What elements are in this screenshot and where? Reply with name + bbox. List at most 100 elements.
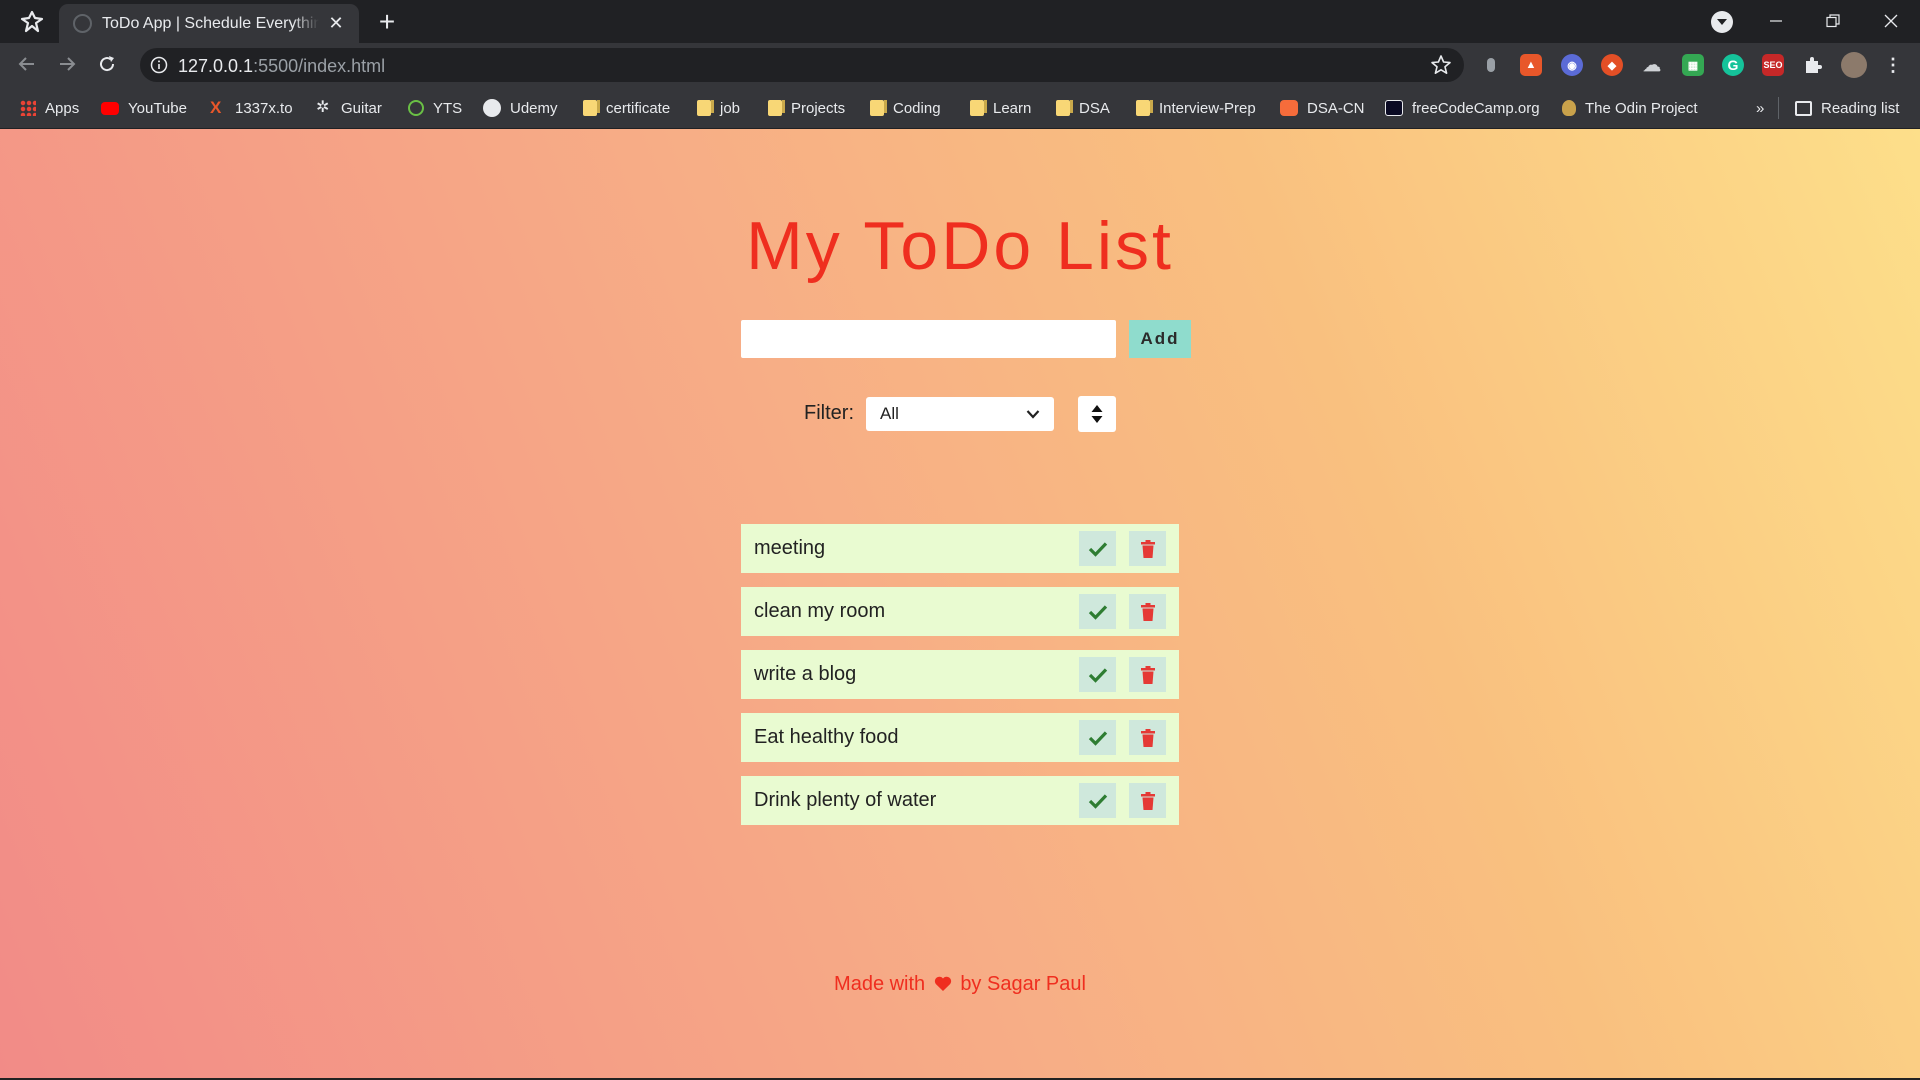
coding-ninjas-icon [1280,100,1298,116]
bookmark-apps[interactable]: Apps [20,97,79,119]
bookmark-1337x[interactable]: X 1337x.to [210,97,293,119]
todo-item: clean my room [741,587,1179,636]
restore-button[interactable] [1810,4,1856,38]
todo-item: Eat healthy food [741,713,1179,762]
seo-extension-icon[interactable]: SEO [1762,54,1784,76]
bookmark-folder-job[interactable]: job [697,97,740,119]
x-logo-icon: X [210,98,222,117]
site-info-icon[interactable] [150,56,168,74]
heart-icon [934,976,951,991]
reading-list-button[interactable]: Reading list [1795,97,1899,119]
page-title: My ToDo List [746,208,1174,284]
bookmark-star-icon[interactable] [1430,54,1452,76]
puzzle-extensions-icon[interactable] [1802,54,1824,76]
chevron-down-icon [1026,410,1040,419]
extension-icon-2[interactable]: ▲ [1520,54,1542,76]
sort-icon [1091,405,1103,423]
delete-button[interactable] [1129,657,1166,692]
sort-button[interactable] [1078,396,1116,432]
yts-icon [408,100,424,116]
globe-icon [73,14,92,33]
todo-item: write a blog [741,650,1179,699]
page-content: My ToDo List Add Filter: All meeting cle… [0,129,1920,1080]
bookmark-folder-projects[interactable]: Projects [768,97,845,119]
guitar-icon: ✲ [316,99,330,116]
filter-selected-value: All [880,404,899,423]
footer-prefix: Made with [834,973,926,995]
delete-button[interactable] [1129,783,1166,818]
more-menu-icon[interactable]: ⋮ [1882,54,1904,76]
bookmarks-overflow-button[interactable]: » [1756,97,1764,119]
bookmark-yts[interactable]: YTS [408,97,462,119]
extension-icon-1[interactable] [1480,54,1502,76]
tab-title: ToDo App | Schedule Everything [102,14,319,32]
trash-icon [1140,539,1155,558]
check-icon [1088,793,1107,809]
complete-button[interactable] [1079,783,1116,818]
address-bar[interactable]: 127.0.0.1:5500/index.html [140,48,1464,82]
bookmark-dsa-cn[interactable]: DSA-CN [1280,97,1365,119]
complete-button[interactable] [1079,594,1116,629]
folder-icon [1136,100,1153,116]
todo-input[interactable] [741,320,1116,358]
folder-icon [870,100,887,116]
url-text: 127.0.0.1:5500/index.html [178,56,386,76]
delete-button[interactable] [1129,594,1166,629]
complete-button[interactable] [1079,657,1116,692]
reload-icon[interactable] [92,49,122,79]
delete-button[interactable] [1129,720,1166,755]
browser-toolbar: 127.0.0.1:5500/index.html ▲ ◉ ◆ ☁ ▦ G SE… [0,43,1920,86]
bookmarks-divider [1778,97,1779,119]
minimize-button[interactable] [1753,4,1799,38]
bookmark-odin-project[interactable]: The Odin Project [1562,97,1698,119]
profile-avatar[interactable] [1841,52,1867,78]
bookmark-youtube[interactable]: YouTube [101,97,187,119]
close-window-button[interactable] [1868,4,1914,38]
trash-icon [1140,602,1155,621]
bookmark-folder-interview-prep[interactable]: Interview-Prep [1136,97,1256,119]
delete-button[interactable] [1129,531,1166,566]
youtube-icon [101,101,119,115]
todo-list: meeting clean my room write a blog Eat h… [741,524,1179,839]
tab-search-button[interactable] [1711,11,1733,33]
check-icon [1088,604,1107,620]
filter-select[interactable]: All [866,397,1054,431]
apps-grid-icon [20,100,36,116]
add-button[interactable]: Add [1129,320,1191,358]
folder-icon [697,100,714,116]
complete-button[interactable] [1079,531,1116,566]
trash-icon [1140,665,1155,684]
check-icon [1088,667,1107,683]
browser-tab-active[interactable]: ToDo App | Schedule Everything ✕ [59,4,359,43]
bookmark-folder-dsa[interactable]: DSA [1056,97,1110,119]
trash-icon [1140,791,1155,810]
extension-icon-3[interactable]: ◉ [1561,54,1583,76]
footer-author: by Sagar Paul [960,973,1086,995]
close-tab-icon[interactable]: ✕ [327,13,345,34]
folder-icon [768,100,785,116]
complete-button[interactable] [1079,720,1116,755]
bookmark-udemy[interactable]: Udemy [483,97,558,119]
todo-item: meeting [741,524,1179,573]
forward-arrow-icon[interactable] [52,49,82,79]
footer: Made with by Sagar Paul [0,973,1920,996]
extension-icon-4[interactable]: ◆ [1601,54,1623,76]
bookmark-folder-learn[interactable]: Learn [970,97,1031,119]
todo-item: Drink plenty of water [741,776,1179,825]
app-logo-icon[interactable] [18,8,46,36]
extension-icon-6[interactable]: ▦ [1682,54,1704,76]
grammarly-icon[interactable]: G [1722,54,1744,76]
browser-tab-strip: ToDo App | Schedule Everything ✕ + [0,0,1920,43]
bookmark-freecodecamp[interactable]: freeCodeCamp.org [1385,97,1540,119]
bookmark-guitar[interactable]: ✲ Guitar [316,97,382,119]
back-arrow-icon[interactable] [12,49,42,79]
new-tab-button[interactable]: + [372,6,402,38]
bookmark-folder-coding[interactable]: Coding [870,97,941,119]
chevron-down-icon [1717,19,1727,25]
bookmarks-bar: Apps YouTube X 1337x.to ✲ Guitar YTS Ude… [0,86,1920,129]
check-icon [1088,730,1107,746]
trash-icon [1140,728,1155,747]
udemy-icon [483,99,501,117]
extension-icon-5[interactable]: ☁ [1641,54,1663,76]
bookmark-folder-certificate[interactable]: certificate [583,97,670,119]
